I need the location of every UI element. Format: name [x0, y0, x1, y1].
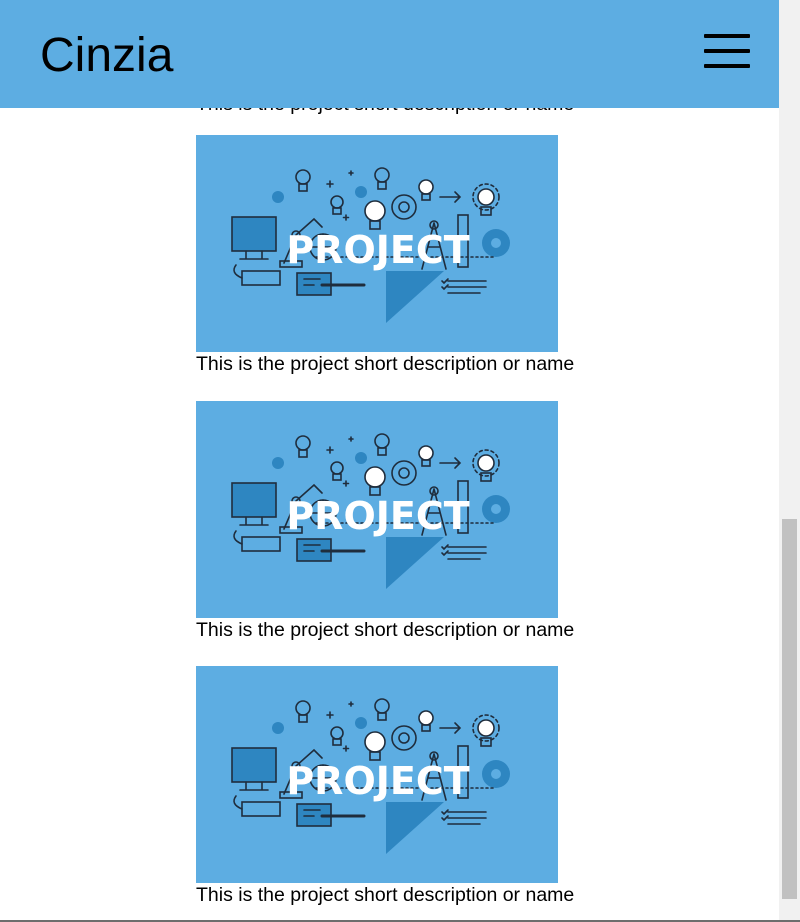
project-image-word: PROJECT [286, 228, 469, 272]
menu-line [704, 49, 750, 53]
project-card[interactable]: PROJECT This is the project short descri… [196, 401, 596, 642]
vertical-scrollbar[interactable] [779, 0, 800, 922]
project-caption: This is the project short description or… [196, 884, 575, 906]
project-caption: This is the project short description or… [196, 353, 575, 375]
menu-line [704, 34, 750, 38]
project-thumbnail[interactable]: PROJECT [196, 135, 558, 352]
hamburger-menu-icon[interactable] [704, 34, 752, 70]
site-header: Cinzia [0, 0, 779, 108]
project-thumbnail[interactable]: PROJECT [196, 401, 558, 618]
project-thumbnail[interactable]: PROJECT [196, 666, 558, 883]
project-image-word: PROJECT [286, 494, 469, 538]
page-viewport: This is the project short description or… [0, 0, 779, 922]
project-caption: This is the project short description or… [196, 619, 575, 641]
project-image-word: PROJECT [286, 759, 469, 803]
project-card[interactable]: PROJECT This is the project short descri… [196, 135, 596, 376]
brand-title[interactable]: Cinzia [40, 28, 173, 84]
menu-line [704, 64, 750, 68]
project-card[interactable]: PROJECT This is the project short descri… [196, 666, 596, 907]
scrollbar-thumb[interactable] [782, 519, 797, 899]
